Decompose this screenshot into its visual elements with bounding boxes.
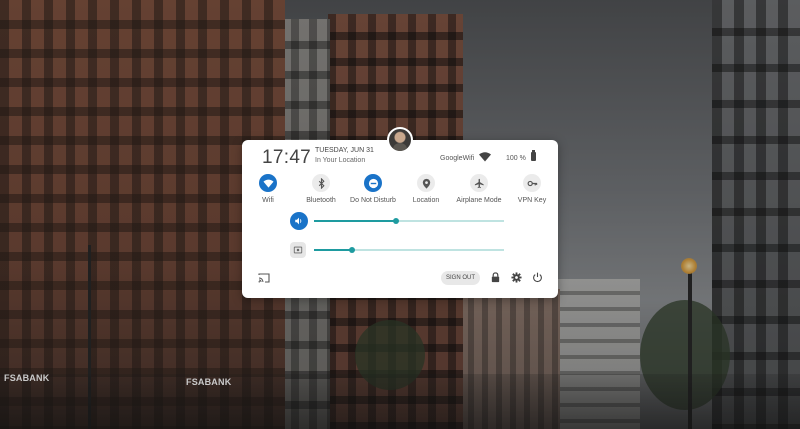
wifi-icon (262, 179, 274, 188)
vpn-key-icon (527, 180, 537, 186)
battery-percentage: 100 % (506, 155, 526, 162)
volume-slider[interactable] (314, 218, 504, 224)
brightness-icon[interactable] (290, 242, 306, 258)
toggle-label: VPN Key (517, 197, 547, 204)
toggle-label: Location (412, 197, 440, 204)
network-name: GoogleWifi (440, 155, 475, 162)
toggle-wifi[interactable]: Wifi (238, 174, 298, 204)
brightness-slider-fill (314, 249, 352, 251)
clock-time: 17:47 (262, 147, 312, 168)
toggle-label: Wifi (262, 197, 274, 204)
clock-location: In Your Location (315, 157, 366, 164)
toggle-bluetooth[interactable]: Bluetooth (291, 174, 351, 204)
clock-date: TUESDAY, JUN 31 (315, 147, 374, 154)
quick-toggles: Wifi Bluetooth Do Not Disturb Location A… (242, 174, 558, 206)
brightness-slider[interactable] (314, 247, 504, 253)
toggle-airplane-mode[interactable]: Airplane Mode (449, 174, 509, 204)
do-not-disturb-icon (368, 178, 378, 188)
cast-icon[interactable] (258, 273, 270, 283)
volume-icon[interactable] (290, 212, 308, 230)
volume-slider-thumb[interactable] (392, 218, 399, 224)
gear-icon[interactable] (511, 272, 522, 283)
volume-slider-fill (314, 220, 396, 222)
brightness-slider-thumb[interactable] (349, 247, 355, 253)
battery-full-icon (531, 150, 536, 161)
toggle-label: Do Not Disturb (350, 197, 396, 204)
brightness-slider-row (290, 241, 505, 259)
volume-slider-row (290, 212, 505, 230)
bluetooth-icon (318, 177, 325, 189)
toggle-label: Airplane Mode (456, 197, 502, 204)
location-pin-icon (422, 178, 430, 189)
power-icon[interactable] (532, 272, 543, 283)
toggle-vpn-key[interactable]: VPN Key (502, 174, 562, 204)
lock-icon[interactable] (490, 272, 501, 283)
toggle-location[interactable]: Location (396, 174, 456, 204)
quick-settings-panel: 17:47 TUESDAY, JUN 31 In Your Location G… (242, 140, 558, 298)
airplane-icon (474, 178, 484, 188)
wifi-signal-icon (479, 152, 491, 162)
toggle-do-not-disturb[interactable]: Do Not Disturb (343, 174, 403, 204)
user-avatar[interactable] (387, 127, 413, 153)
toggle-label: Bluetooth (306, 197, 336, 204)
sign-out-button[interactable]: SIGN OUT (441, 271, 480, 285)
